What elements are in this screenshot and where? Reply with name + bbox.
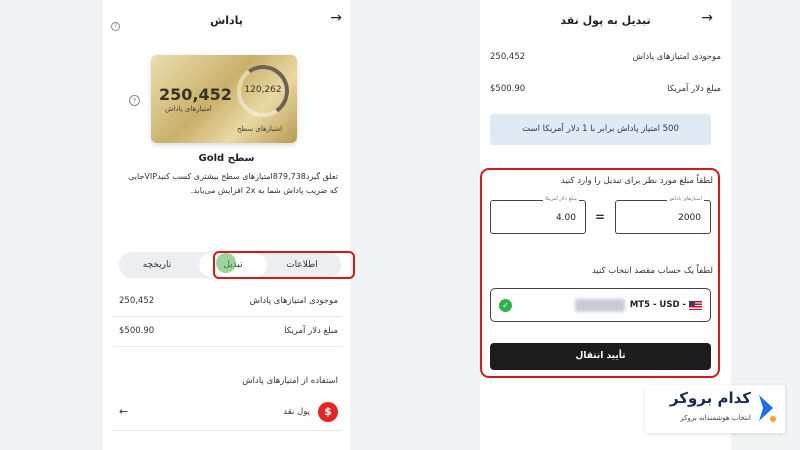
tab-history[interactable]: تاریخچه (125, 252, 189, 278)
divider (113, 316, 342, 317)
convert-header: تبدیل به پول نقد → (480, 8, 731, 34)
rewards-panel: ? پاداش → ? 250,452 امتیازهای پاداش 120,… (103, 0, 355, 450)
gold-level-card: 250,452 امتیازهای پاداش 120,262 امتیازها… (151, 55, 297, 143)
click-indicator (216, 253, 236, 273)
level-points-value: 120,262 (244, 85, 282, 95)
reward-balance-row: موجودی امتیازهای پاداش 250,452 (490, 49, 721, 67)
dollar-amount-input[interactable]: مبلغ دلار آمریکا 4.00 (490, 196, 586, 234)
check-icon: ✓ (499, 299, 512, 312)
account-label: MT5 - USD - (629, 300, 686, 310)
chevron-left-icon: ← (119, 405, 129, 418)
row-value: $500.90 (490, 84, 526, 94)
field-value: 4.00 (555, 213, 576, 223)
back-arrow-icon[interactable]: → (330, 10, 342, 26)
equals-sign: = (595, 210, 606, 224)
cash-option[interactable]: $ پول نقد ← (119, 400, 338, 426)
page-title: تبدیل به پول نقد (560, 14, 651, 27)
field-label: مبلغ دلار آمریکا (543, 196, 579, 202)
account-prompt: لطفاً یک حساب مقصد انتخاب کنید (591, 266, 713, 276)
destination-account-select[interactable]: MT5 - USD - ✓ (490, 288, 711, 322)
use-rewards-title: استفاده از امتیازهای پاداش (242, 376, 338, 386)
divider (113, 430, 342, 431)
level-title: سطح Gold (198, 153, 255, 164)
brand-logo: کدام بروکر انتخاب هوشمندانه بروکر (645, 385, 785, 433)
field-label: امتیازهای پاداش (666, 196, 704, 202)
points-amount-input[interactable]: امتیازهای پاداش 2000 (615, 196, 711, 234)
row-value: 250,452 (490, 52, 526, 62)
amount-prompt: لطفاً مبلغ مورد نظر برای تبدیل را وارد ک… (560, 176, 713, 186)
dollar-icon: $ (318, 402, 338, 422)
page-title: پاداش (210, 14, 243, 27)
cash-option-label: پول نقد (283, 407, 310, 417)
reward-points-label: امتیازهای پاداش (165, 105, 212, 113)
reward-balance-row: موجودی امتیازهای پاداش 250,452 (119, 293, 338, 311)
logo-tagline: انتخاب هوشمندانه بروکر (680, 414, 751, 422)
row-label: مبلغ دلار آمریکا (284, 326, 338, 336)
field-value: 2000 (678, 213, 701, 223)
back-arrow-icon[interactable]: → (701, 10, 713, 26)
masked-account-number (575, 299, 625, 312)
row-value: 250,452 (119, 296, 155, 306)
usd-amount-row: مبلغ دلار آمریکا $500.90 (119, 323, 338, 341)
row-value: $500.90 (119, 326, 155, 336)
convert-panel: تبدیل به پول نقد → موجودی امتیازهای پادا… (480, 0, 731, 450)
row-label: موجودی امتیازهای پاداش (632, 52, 721, 62)
logo-name: کدام بروکر (669, 389, 751, 407)
rewards-header: ? پاداش → (103, 8, 350, 34)
level-description: تعلق گیرد879,738امتیازهای سطح بیشتری کسب… (128, 172, 338, 195)
usd-amount-row: مبلغ دلار آمریکا $500.90 (490, 81, 721, 99)
row-label: مبلغ دلار آمریکا (667, 84, 721, 94)
brand-mark-icon (759, 395, 776, 422)
confirm-transfer-button[interactable]: تأیید انتقال (490, 343, 711, 370)
us-flag-icon (689, 301, 702, 310)
reward-points-value: 250,452 (159, 85, 232, 104)
divider (113, 346, 342, 347)
help-icon[interactable]: ? (129, 95, 140, 106)
level-points-label: امتیازهای سطح (237, 125, 283, 133)
row-label: موجودی امتیازهای پاداش (249, 296, 338, 306)
exchange-rate-note: 500 امتیاز پاداش برابر با 1 دلار آمریکا … (490, 114, 711, 145)
